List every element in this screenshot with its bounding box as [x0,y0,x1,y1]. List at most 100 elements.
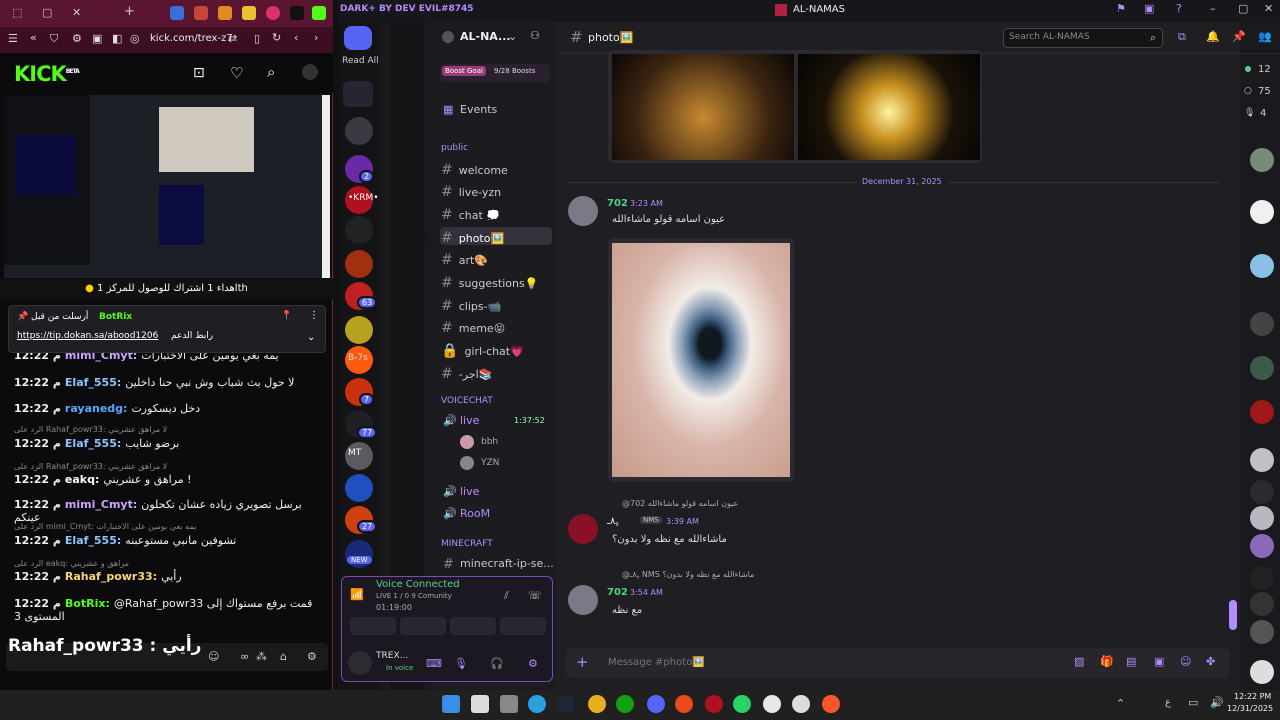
server-icon[interactable] [345,216,373,244]
tiktok-tab-icon[interactable] [290,6,304,20]
threads-icon[interactable]: ⧉ [1178,30,1186,44]
category-minecraft[interactable]: MINECRAFT [441,539,493,549]
store-icon[interactable]: ⌂ [280,650,287,663]
pinned-link[interactable]: https://tip.dokan.sa/abood1206 [17,331,158,341]
member-avatar[interactable] [1250,660,1274,684]
minimize-icon[interactable]: – [1210,2,1216,15]
message-composer[interactable]: + Message #photo🖼️ ▨ 🎁 ▤ ▣ ☺ ✤ [566,648,1230,678]
chat-message[interactable]: 12:22 م Elaf_555: برضو شايب [14,437,330,450]
maximize-icon[interactable]: ▢ [1238,2,1248,15]
voice-user[interactable]: bbh [481,437,498,447]
message-author[interactable]: 702 [607,198,628,209]
pin-icon[interactable]: 📌 [1232,30,1246,43]
category-public[interactable]: public [441,143,468,153]
more-icon[interactable]: ⋮ [309,310,319,321]
window-menu-icon[interactable]: ⬚ [12,6,22,19]
chat-message[interactable]: 12:22 م Elaf_555: تشوفين مانبي مستوعبنه [14,534,330,547]
server-icon[interactable] [345,316,373,344]
help-icon[interactable]: ? [1176,2,1182,15]
member-avatar[interactable] [1250,534,1274,558]
server-name[interactable]: AL-NA... [460,30,511,43]
image-attachment[interactable] [608,238,794,482]
tower-image[interactable] [612,54,794,160]
member-avatar[interactable] [1250,566,1274,590]
noise-icon[interactable]: ⫽ [504,589,509,603]
discord-home-icon[interactable] [344,26,372,50]
app-icon[interactable] [792,695,810,713]
chevron-down-icon[interactable]: ⌄ [307,332,315,343]
server-icon[interactable] [345,250,373,278]
member-avatar[interactable] [1250,480,1274,504]
chevron-up-icon[interactable]: ⌃ [1116,697,1125,710]
search-icon[interactable] [471,695,489,713]
chat-message[interactable]: 12:22 م BotRix: @Rahaf_powr33 قمت برفع مست… [14,597,330,623]
bookmark-icon[interactable]: ▯ [254,32,260,45]
chrome-icon[interactable] [763,695,781,713]
chevron-down-icon[interactable]: ⌄ [508,30,517,43]
soundboard-button[interactable] [500,617,546,635]
user-name[interactable]: TREX... [376,651,408,661]
mic-icon[interactable]: 🎙 [454,657,468,670]
reply-preview[interactable]: @702 عيون اسامه قولو ماشاءالله [622,499,738,508]
channel-item[interactable]: # live-yzn [441,182,551,202]
edge-icon[interactable] [528,695,546,713]
message-user[interactable]: Rahaf_powr33: [65,570,157,583]
member-avatar[interactable] [1250,356,1274,380]
heart-icon[interactable]: ♡ [230,64,243,82]
search-icon[interactable]: ⌕ [1150,31,1156,45]
channel-item[interactable]: # meme😝 [441,318,551,338]
member-avatar[interactable] [1250,448,1274,472]
add-member-icon[interactable]: ⚇ [530,29,540,42]
voice-channel-live[interactable]: live [460,414,479,427]
whatsapp-icon[interactable] [733,695,751,713]
bell-icon[interactable]: 🔔 [1206,30,1220,43]
message-user[interactable]: Elaf_555: [65,534,121,547]
steam-icon[interactable] [556,695,574,713]
screen-icon[interactable]: ▣ [1144,2,1154,15]
member-avatar[interactable] [1250,506,1274,530]
member-avatar[interactable] [1250,592,1274,616]
avatar[interactable] [302,64,318,80]
discord-icon[interactable] [647,695,665,713]
tab-icon[interactable]: ▢ [42,6,52,19]
reload-icon[interactable]: ↻ [272,31,281,44]
voice-user[interactable]: YZN [481,458,499,468]
tab-favicon[interactable] [218,6,232,20]
pinned-message[interactable]: 📌 أرسلت من قبل BotRix 📍 ⋮ https://tip.do… [8,305,326,353]
channel-item[interactable]: # art🎨 [441,250,551,270]
server-label-mt[interactable]: MT [348,448,361,458]
new-tab-icon[interactable]: + [124,4,135,19]
close-icon[interactable]: ✕ [72,6,81,19]
reply-preview[interactable]: @ﮩ٨ـ NMS ماشاءالله مع نظه ولا بدون؟ [622,570,754,580]
brave-icon[interactable] [822,695,840,713]
message-user[interactable]: BotRix: [65,597,110,610]
screenshare-button[interactable] [400,617,446,635]
message-user[interactable]: mimi_Cmyt: [65,498,137,511]
emoji-icon[interactable]: ☺ [1180,655,1191,668]
clock-date[interactable]: 12/31/2025 [1227,704,1273,713]
page-settings-icon[interactable]: ⇄ [228,32,237,45]
attach-plus-icon[interactable]: + [576,653,589,671]
server-label-krm[interactable]: •KRM• [348,193,379,203]
tab-favicon[interactable] [170,6,184,20]
voice-channel-live2[interactable]: live [460,485,479,498]
channel-item[interactable]: # clips-📹 [441,296,551,316]
message-user[interactable]: rayanedg: [65,402,128,415]
close-icon[interactable]: ✕ [1264,2,1273,15]
member-avatar[interactable] [1250,620,1274,644]
lantern-image[interactable] [798,54,980,160]
server-icon[interactable] [345,117,373,145]
chat-message[interactable]: 12:22 م Rahaf_powr33: رأيي [14,570,330,583]
settings-icon[interactable]: ⚙ [307,650,317,663]
member-avatar[interactable] [1250,312,1274,336]
task-view-icon[interactable] [500,695,518,713]
brave-icon[interactable] [675,695,693,713]
globe-icon[interactable]: ◎ [130,32,140,45]
members-icon[interactable]: 👥 [1258,30,1272,43]
scrollbar[interactable] [322,95,330,278]
settings-icon[interactable]: ⚙ [72,32,82,45]
folder-icon[interactable] [343,81,373,107]
avatar[interactable] [568,585,598,615]
chat-message[interactable]: 12:22 م mimi_Cmyt: برسل تصويري زياده عشان … [14,498,330,524]
shield-icon[interactable]: ⛉ [50,32,58,46]
